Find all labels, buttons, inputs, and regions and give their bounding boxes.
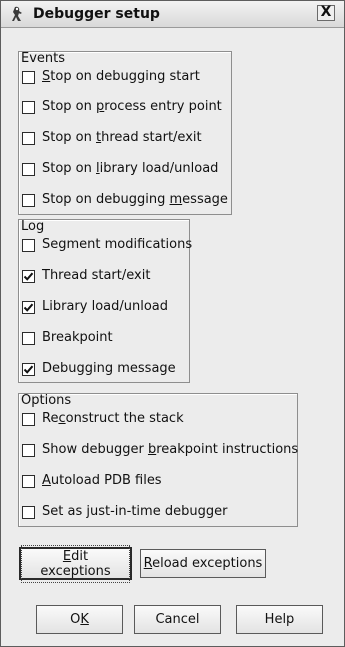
checkbox-label: Breakpoint — [42, 330, 113, 345]
checkbox-label: Debugging message — [42, 361, 176, 376]
window-title: Debugger setup — [33, 6, 160, 22]
options-group-label: Options — [21, 393, 72, 408]
checkbox-label: Stop on process entry point — [42, 99, 222, 114]
close-icon[interactable]: X — [317, 5, 335, 21]
checkbox-reconstruct-the-stack[interactable]: Reconstruct the stack — [22, 409, 184, 429]
checkbox-box[interactable] — [22, 474, 35, 488]
checkbox-stop-on-library-load-unload[interactable]: Stop on library load/unload — [22, 159, 218, 179]
checkbox-label: Set as just-in-time debugger — [42, 504, 228, 519]
debugger-setup-dialog: Debugger setup X Events Stop on debuggin… — [0, 0, 345, 647]
checkbox-box[interactable] — [22, 269, 35, 283]
help-label: Help — [264, 612, 295, 627]
checkbox-label: Show debugger breakpoint instructions — [42, 442, 299, 457]
events-group: Events Stop on debugging start Stop on p… — [18, 51, 232, 215]
checkbox-box[interactable] — [22, 331, 35, 345]
checkbox-set-as-just-in-time-debugger[interactable]: Set as just-in-time debugger — [22, 502, 227, 522]
edit-exceptions-label: Edit exceptions — [21, 544, 130, 583]
reload-exceptions-label: Reload exceptions — [143, 556, 263, 571]
checkbox-breakpoint[interactable]: Breakpoint — [22, 328, 113, 348]
checkbox-label: Segment modifications — [42, 237, 193, 252]
checkbox-box[interactable] — [22, 300, 35, 314]
checkbox-box[interactable] — [22, 238, 35, 252]
debugger-app-icon — [12, 6, 22, 22]
checkbox-label: Stop on debugging message — [42, 192, 228, 207]
checkbox-box[interactable] — [22, 443, 35, 457]
checkbox-stop-on-debugging-start[interactable]: Stop on debugging start — [22, 67, 200, 87]
checkbox-box[interactable] — [22, 505, 35, 519]
checkbox-segment-modifications[interactable]: Segment modifications — [22, 235, 192, 255]
checkbox-stop-on-debugging-message[interactable]: Stop on debugging message — [22, 190, 228, 210]
checkbox-autoload-pdb-files[interactable]: Autoload PDB files — [22, 471, 162, 491]
log-group: Log Segment modifications Thread start/e… — [18, 219, 192, 383]
log-group-label: Log — [21, 219, 45, 234]
checkbox-label: Autoload PDB files — [42, 473, 162, 488]
checkbox-box[interactable] — [22, 100, 35, 114]
checkbox-thread-start-exit[interactable]: Thread start/exit — [22, 266, 150, 286]
options-group: Options Reconstruct the stack Show debug… — [18, 393, 298, 527]
checkbox-library-load-unload[interactable]: Library load/unload — [22, 297, 168, 317]
title-bar[interactable]: Debugger setup X — [1, 1, 344, 28]
checkbox-box[interactable] — [22, 412, 35, 426]
checkmark-icon — [23, 272, 34, 281]
cancel-button[interactable]: Cancel — [134, 605, 221, 634]
events-group-label: Events — [21, 51, 66, 66]
checkmark-icon — [23, 303, 34, 312]
checkbox-label: Stop on library load/unload — [42, 161, 219, 176]
ok-button[interactable]: OK — [36, 605, 123, 634]
checkbox-box[interactable] — [22, 131, 35, 145]
checkbox-box[interactable] — [22, 193, 35, 207]
checkbox-stop-on-process-entry-point[interactable]: Stop on process entry point — [22, 97, 222, 117]
checkbox-debugging-message[interactable]: Debugging message — [22, 359, 176, 379]
ok-label: OK — [70, 612, 89, 627]
cancel-label: Cancel — [155, 612, 200, 627]
checkbox-label: Stop on debugging start — [42, 69, 200, 84]
checkbox-box[interactable] — [22, 362, 35, 376]
checkbox-box[interactable] — [22, 162, 35, 176]
checkmark-icon — [23, 365, 34, 374]
checkbox-label: Thread start/exit — [42, 268, 151, 283]
reload-exceptions-button[interactable]: Reload exceptions — [140, 549, 266, 578]
checkbox-label: Reconstruct the stack — [42, 411, 184, 426]
checkbox-label: Library load/unload — [42, 299, 169, 314]
checkbox-label: Stop on thread start/exit — [42, 130, 202, 145]
checkbox-box[interactable] — [22, 70, 35, 84]
edit-exceptions-button[interactable]: Edit exceptions — [19, 544, 132, 583]
checkbox-stop-on-thread-start-exit[interactable]: Stop on thread start/exit — [22, 128, 202, 148]
help-button[interactable]: Help — [236, 605, 323, 634]
checkbox-show-debugger-breakpoint-instructions[interactable]: Show debugger breakpoint instructions — [22, 440, 298, 460]
